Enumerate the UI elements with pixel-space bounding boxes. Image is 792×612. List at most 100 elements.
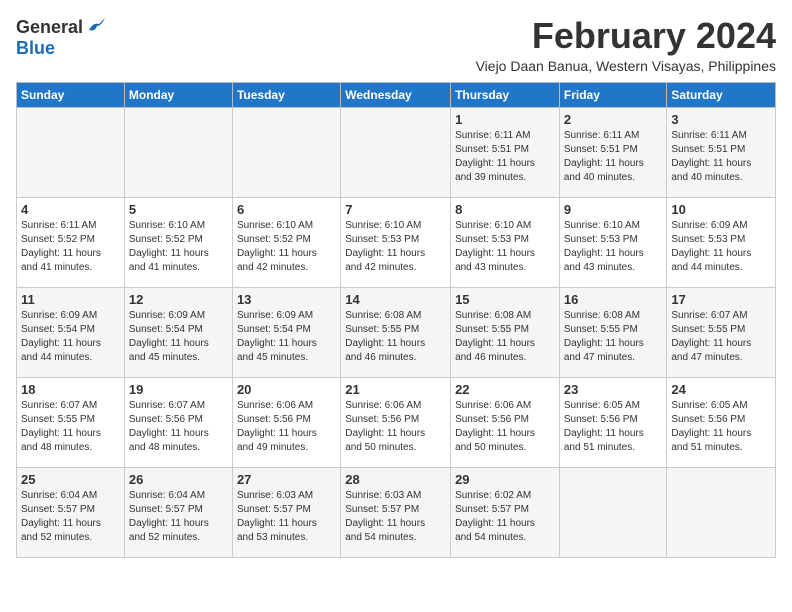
calendar-cell: 17 Sunrise: 6:07 AM Sunset: 5:55 PM Dayli… <box>667 287 776 377</box>
day-info: Sunrise: 6:08 AM Sunset: 5:55 PM Dayligh… <box>564 309 663 365</box>
day-number: 3 <box>671 112 771 127</box>
day-number: 6 <box>237 202 336 217</box>
day-info: Sunrise: 6:07 AM Sunset: 5:56 PM Dayligh… <box>129 399 228 455</box>
day-info: Sunrise: 6:06 AM Sunset: 5:56 PM Dayligh… <box>455 399 555 455</box>
calendar-cell: 5 Sunrise: 6:10 AM Sunset: 5:52 PM Daylig… <box>124 197 232 287</box>
calendar-cell: 20 Sunrise: 6:06 AM Sunset: 5:56 PM Dayli… <box>232 377 340 467</box>
calendar-header-wednesday: Wednesday <box>341 82 451 107</box>
calendar-cell: 3 Sunrise: 6:11 AM Sunset: 5:51 PM Daylig… <box>667 107 776 197</box>
day-info: Sunrise: 6:07 AM Sunset: 5:55 PM Dayligh… <box>671 309 771 365</box>
calendar-cell: 28 Sunrise: 6:03 AM Sunset: 5:57 PM Dayli… <box>341 467 451 557</box>
day-number: 26 <box>129 472 228 487</box>
calendar-cell: 13Sunrise: 6:09 AM Sunset: 5:54 PM Dayli… <box>232 287 340 377</box>
calendar-cell: 16 Sunrise: 6:08 AM Sunset: 5:55 PM Dayli… <box>559 287 667 377</box>
logo-bird-icon <box>85 16 107 38</box>
calendar-cell: 25 Sunrise: 6:04 AM Sunset: 5:57 PM Dayli… <box>17 467 125 557</box>
day-info: Sunrise: 6:08 AM Sunset: 5:55 PM Dayligh… <box>345 309 446 365</box>
logo-blue-text: Blue <box>16 38 55 59</box>
calendar-cell <box>341 107 451 197</box>
day-info: Sunrise: 6:11 AM Sunset: 5:51 PM Dayligh… <box>671 129 771 185</box>
day-info: Sunrise: 6:03 AM Sunset: 5:57 PM Dayligh… <box>345 489 446 545</box>
calendar-header-thursday: Thursday <box>451 82 560 107</box>
calendar-cell: 15 Sunrise: 6:08 AM Sunset: 5:55 PM Dayli… <box>451 287 560 377</box>
calendar-cell: 11 Sunrise: 6:09 AM Sunset: 5:54 PM Dayli… <box>17 287 125 377</box>
day-number: 28 <box>345 472 446 487</box>
calendar-header-friday: Friday <box>559 82 667 107</box>
day-number: 13 <box>237 292 336 307</box>
calendar-cell: 22Sunrise: 6:06 AM Sunset: 5:56 PM Dayli… <box>451 377 560 467</box>
day-number: 23 <box>564 382 663 397</box>
day-info: Sunrise: 6:09 AM Sunset: 5:54 PM Dayligh… <box>129 309 228 365</box>
calendar-cell: 19 Sunrise: 6:07 AM Sunset: 5:56 PM Dayli… <box>124 377 232 467</box>
day-info: Sunrise: 6:05 AM Sunset: 5:56 PM Dayligh… <box>671 399 771 455</box>
day-number: 18 <box>21 382 120 397</box>
logo-general-text: General <box>16 17 83 38</box>
month-title: February 2024 <box>476 16 776 56</box>
day-number: 5 <box>129 202 228 217</box>
day-number: 8 <box>455 202 555 217</box>
calendar-cell <box>559 467 667 557</box>
calendar-week-row: 1 Sunrise: 6:11 AM Sunset: 5:51 PM Daylig… <box>17 107 776 197</box>
calendar-cell: 12 Sunrise: 6:09 AM Sunset: 5:54 PM Dayli… <box>124 287 232 377</box>
page-header: General Blue February 2024 Viejo Daan Ba… <box>16 16 776 74</box>
day-number: 11 <box>21 292 120 307</box>
day-number: 21 <box>345 382 446 397</box>
day-number: 17 <box>671 292 771 307</box>
calendar-cell <box>17 107 125 197</box>
calendar-cell <box>232 107 340 197</box>
day-info: Sunrise: 6:10 AM Sunset: 5:53 PM Dayligh… <box>564 219 663 275</box>
day-info: Sunrise: 6:06 AM Sunset: 5:56 PM Dayligh… <box>345 399 446 455</box>
calendar-cell: 4Sunrise: 6:11 AM Sunset: 5:52 PM Daylig… <box>17 197 125 287</box>
calendar-header-row: SundayMondayTuesdayWednesdayThursdayFrid… <box>17 82 776 107</box>
day-info: Sunrise: 6:09 AM Sunset: 5:53 PM Dayligh… <box>671 219 771 275</box>
calendar-cell <box>667 467 776 557</box>
calendar-cell: 1 Sunrise: 6:11 AM Sunset: 5:51 PM Daylig… <box>451 107 560 197</box>
calendar-cell <box>124 107 232 197</box>
day-info: Sunrise: 6:11 AM Sunset: 5:51 PM Dayligh… <box>564 129 663 185</box>
calendar-table: SundayMondayTuesdayWednesdayThursdayFrid… <box>16 82 776 558</box>
calendar-cell: 23 Sunrise: 6:05 AM Sunset: 5:56 PM Dayli… <box>559 377 667 467</box>
day-number: 27 <box>237 472 336 487</box>
day-number: 14 <box>345 292 446 307</box>
day-number: 9 <box>564 202 663 217</box>
day-number: 15 <box>455 292 555 307</box>
calendar-week-row: 11 Sunrise: 6:09 AM Sunset: 5:54 PM Dayli… <box>17 287 776 377</box>
calendar-header-monday: Monday <box>124 82 232 107</box>
calendar-cell: 14 Sunrise: 6:08 AM Sunset: 5:55 PM Dayli… <box>341 287 451 377</box>
day-number: 12 <box>129 292 228 307</box>
day-number: 25 <box>21 472 120 487</box>
day-info: Sunrise: 6:07 AM Sunset: 5:55 PM Dayligh… <box>21 399 120 455</box>
day-info: Sunrise: 6:05 AM Sunset: 5:56 PM Dayligh… <box>564 399 663 455</box>
day-info: Sunrise: 6:04 AM Sunset: 5:57 PM Dayligh… <box>21 489 120 545</box>
day-info: Sunrise: 6:09 AM Sunset: 5:54 PM Dayligh… <box>21 309 120 365</box>
calendar-cell: 21 Sunrise: 6:06 AM Sunset: 5:56 PM Dayli… <box>341 377 451 467</box>
day-info: Sunrise: 6:11 AM Sunset: 5:52 PM Dayligh… <box>21 219 120 275</box>
calendar-week-row: 18 Sunrise: 6:07 AM Sunset: 5:55 PM Dayli… <box>17 377 776 467</box>
calendar-cell: 24Sunrise: 6:05 AM Sunset: 5:56 PM Dayli… <box>667 377 776 467</box>
day-number: 10 <box>671 202 771 217</box>
logo: General Blue <box>16 16 107 59</box>
calendar-cell: 10 Sunrise: 6:09 AM Sunset: 5:53 PM Dayli… <box>667 197 776 287</box>
calendar-header-saturday: Saturday <box>667 82 776 107</box>
calendar-cell: 8 Sunrise: 6:10 AM Sunset: 5:53 PM Daylig… <box>451 197 560 287</box>
day-info: Sunrise: 6:10 AM Sunset: 5:53 PM Dayligh… <box>345 219 446 275</box>
calendar-cell: 2Sunrise: 6:11 AM Sunset: 5:51 PM Daylig… <box>559 107 667 197</box>
day-info: Sunrise: 6:10 AM Sunset: 5:52 PM Dayligh… <box>129 219 228 275</box>
calendar-header-tuesday: Tuesday <box>232 82 340 107</box>
day-info: Sunrise: 6:08 AM Sunset: 5:55 PM Dayligh… <box>455 309 555 365</box>
day-number: 20 <box>237 382 336 397</box>
day-info: Sunrise: 6:11 AM Sunset: 5:51 PM Dayligh… <box>455 129 555 185</box>
calendar-cell: 6Sunrise: 6:10 AM Sunset: 5:52 PM Daylig… <box>232 197 340 287</box>
day-info: Sunrise: 6:06 AM Sunset: 5:56 PM Dayligh… <box>237 399 336 455</box>
calendar-cell: 27Sunrise: 6:03 AM Sunset: 5:57 PM Dayli… <box>232 467 340 557</box>
title-area: February 2024 Viejo Daan Banua, Western … <box>476 16 776 74</box>
day-number: 29 <box>455 472 555 487</box>
day-number: 1 <box>455 112 555 127</box>
day-number: 16 <box>564 292 663 307</box>
calendar-week-row: 25 Sunrise: 6:04 AM Sunset: 5:57 PM Dayli… <box>17 467 776 557</box>
day-number: 19 <box>129 382 228 397</box>
day-info: Sunrise: 6:02 AM Sunset: 5:57 PM Dayligh… <box>455 489 555 545</box>
calendar-cell: 29 Sunrise: 6:02 AM Sunset: 5:57 PM Dayli… <box>451 467 560 557</box>
calendar-cell: 7Sunrise: 6:10 AM Sunset: 5:53 PM Daylig… <box>341 197 451 287</box>
day-info: Sunrise: 6:10 AM Sunset: 5:53 PM Dayligh… <box>455 219 555 275</box>
